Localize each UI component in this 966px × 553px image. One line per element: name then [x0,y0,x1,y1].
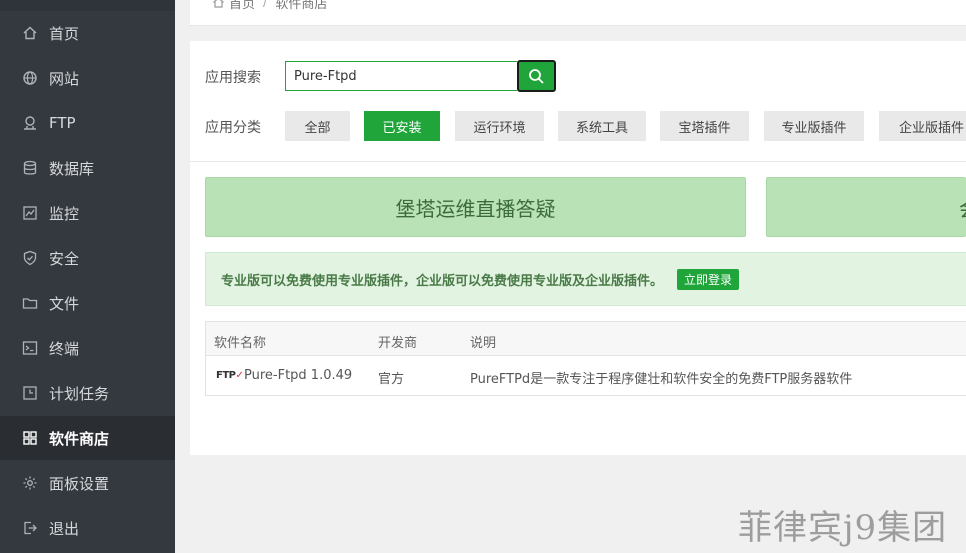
category-system-tools[interactable]: 系统工具 [558,111,646,141]
clock-icon [22,385,38,401]
sidebar-item-label: 计划任务 [49,384,110,403]
search-label: 应用搜索 [205,70,261,86]
category-runtime[interactable]: 运行环境 [455,111,544,141]
login-button[interactable]: 立即登录 [677,268,740,290]
ftp-logo-icon: FTP✓ [216,370,244,381]
sidebar-item-label: 文件 [49,294,80,313]
sidebar-item-home[interactable]: 首页 [0,11,175,55]
breadcrumb: 首页 / 软件商店 [212,0,327,12]
watermark-text: 菲律宾j9集团 [738,508,948,548]
grid-icon [22,430,38,446]
breadcrumb-home[interactable]: 首页 [229,0,255,12]
sidebar-item-label: 面板设置 [49,474,110,493]
sidebar-item-files[interactable]: 文件 [0,281,175,325]
sidebar-item-software-store[interactable]: 软件商店 [0,416,175,460]
sidebar-item-database[interactable]: 数据库 [0,146,175,190]
sidebar-item-label: 网站 [49,69,80,88]
category-all[interactable]: 全部 [285,111,350,141]
terminal-icon [22,340,38,356]
sidebar-item-panel-settings[interactable]: 面板设置 [0,461,175,505]
sidebar-item-ftp[interactable]: FTP [0,101,175,145]
ftp-icon [22,115,38,131]
breadcrumb-current: 软件商店 [275,0,328,12]
notice-text: 专业版可以免费使用专业版插件，企业版可以免费使用专业版及企业版插件。 [221,273,664,289]
category-enterprise-plugins[interactable]: 企业版插件 [879,111,966,141]
sidebar-item-monitor[interactable]: 监控 [0,191,175,235]
breadcrumb-separator: / [263,0,268,10]
sidebar-item-label: 首页 [49,24,80,43]
database-icon [22,160,38,176]
category-bt-plugins[interactable]: 宝塔插件 [660,111,749,141]
sidebar-item-website[interactable]: 网站 [0,56,175,100]
sidebar-item-label: 数据库 [49,159,95,178]
category-pro-plugins[interactable]: 专业版插件 [764,111,864,141]
monitor-icon [22,205,38,221]
ftp-logo-text: FTP [216,370,236,381]
software-store-panel: 应用搜索 应用分类 全部 已安装 运行环境 系统工具 宝塔插件 专业版插件 企业… [190,41,966,455]
table-row[interactable]: FTP✓ Pure-Ftpd 1.0.49 官方 PureFTPd是一款专注于程… [206,356,966,396]
search-button[interactable] [517,60,556,92]
sidebar-item-label: 终端 [49,339,80,358]
sidebar-item-security[interactable]: 安全 [0,236,175,280]
globe-icon [22,70,38,86]
banner-secondary[interactable]: 会 [766,177,966,237]
sidebar-item-logout[interactable]: 退出 [0,506,175,550]
banner-live-qa[interactable]: 堡塔运维直播答疑 [205,177,746,237]
upgrade-notice: 专业版可以免费使用专业版插件，企业版可以免费使用专业版及企业版插件。 立即登录 [205,252,966,306]
column-header-description[interactable]: 说明 [470,332,496,351]
home-icon [22,25,38,41]
cell-developer: 官方 [378,372,405,387]
sidebar-item-label: 监控 [49,204,80,223]
cell-description: PureFTPd是一款专注于程序健壮和软件安全的免费FTP服务器软件 [470,372,853,387]
sidebar: 首页 网站 FTP 数据库 监控 安全 文件 终端 计划任务 软件商店 面板设置 [0,0,175,553]
shield-icon [22,250,38,266]
cell-software-name: Pure-Ftpd 1.0.49 [244,368,353,383]
sidebar-item-label: 软件商店 [49,429,110,448]
sidebar-item-cron[interactable]: 计划任务 [0,371,175,415]
divider [190,161,966,162]
home-icon [212,0,225,9]
sidebar-top-strip [0,0,175,11]
search-input[interactable] [285,61,517,91]
logout-icon [22,520,38,536]
software-table: 软件名称 开发商 说明 FTP✓ Pure-Ftpd 1.0.49 官方 Pur… [205,321,966,396]
column-header-developer[interactable]: 开发商 [378,332,417,351]
sidebar-item-terminal[interactable]: 终端 [0,326,175,370]
breadcrumb-card: 首页 / 软件商店 [190,0,966,26]
sidebar-item-label: 退出 [49,519,80,538]
category-installed[interactable]: 已安装 [364,111,440,141]
gear-icon [22,475,38,491]
sidebar-item-label: 安全 [49,249,80,268]
category-label: 应用分类 [205,120,261,136]
folder-icon [22,295,38,311]
search-icon [528,68,545,85]
table-header: 软件名称 开发商 说明 [206,322,966,356]
sidebar-item-label: FTP [49,114,76,132]
column-header-name[interactable]: 软件名称 [214,332,266,351]
